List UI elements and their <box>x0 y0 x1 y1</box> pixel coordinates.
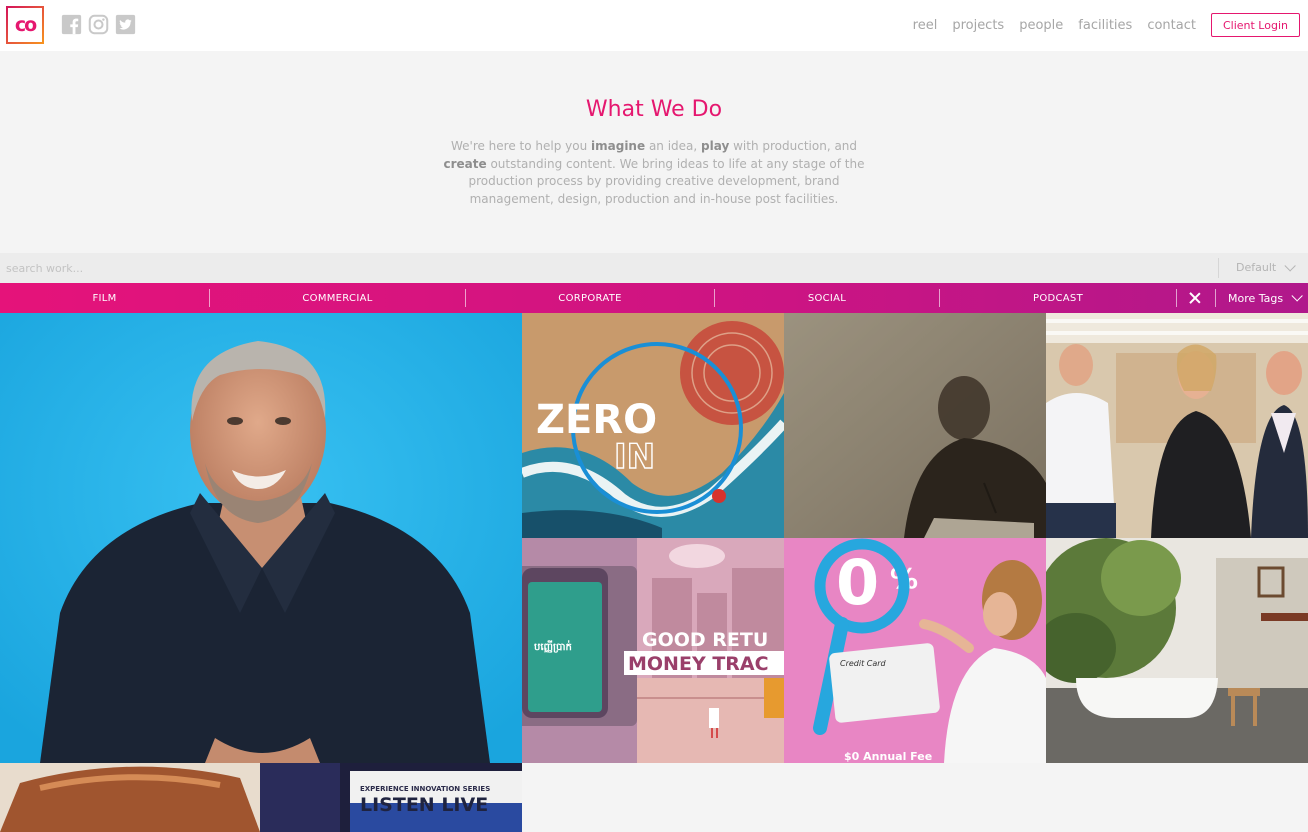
more-tags-dropdown[interactable]: More Tags <box>1228 283 1303 313</box>
project-tile-listen-live[interactable]: EXPERIENCE INNOVATION SERIES LISTEN LIVE <box>260 763 522 832</box>
zero-in-subtitle: IN <box>614 437 655 477</box>
search-divider <box>1218 258 1219 278</box>
money-tracker-line1: GOOD RETU <box>642 629 768 651</box>
tag-commercial[interactable]: COMMERCIAL <box>210 283 465 313</box>
credit-card-thumbnail: 0 % Credit Card $0 Annual Fee <box>784 538 1046 763</box>
intro-bold-create: create <box>443 156 487 171</box>
tag-podcast[interactable]: PODCAST <box>940 283 1176 313</box>
listen-live-thumbnail: EXPERIENCE INNOVATION SERIES LISTEN LIVE <box>260 763 522 832</box>
project-tile-bathroom[interactable] <box>1046 538 1308 763</box>
project-tile-money-tracker[interactable]: បញ្ញើប្រាក់ GOOD RETU MONEY TRAC <box>522 538 784 763</box>
page-title: What We Do <box>585 97 723 122</box>
nav-projects[interactable]: projects <box>952 18 1004 33</box>
presenter-thumbnail <box>0 313 522 763</box>
intro-text-3: with production, and <box>729 139 858 153</box>
tag-filter-bar: FILM COMMERCIAL CORPORATE SOCIAL PODCAST… <box>0 283 1308 313</box>
tag-corporate[interactable]: CORPORATE <box>466 283 714 313</box>
sort-dropdown[interactable]: Default <box>1236 259 1296 274</box>
project-tile-team[interactable] <box>1046 313 1308 538</box>
tag-divider <box>1215 289 1216 307</box>
listen-live-small: EXPERIENCE INNOVATION SERIES <box>360 785 490 793</box>
chevron-down-icon <box>1291 290 1303 302</box>
money-tracker-line2: MONEY TRAC <box>628 653 769 675</box>
grid-empty-space <box>522 763 1308 832</box>
chevron-down-icon <box>1284 259 1296 272</box>
money-tracker-thumbnail: បញ្ញើប្រាក់ GOOD RETU MONEY TRAC <box>522 538 784 763</box>
intro-bold-imagine: imagine <box>591 139 646 153</box>
nav-contact[interactable]: contact <box>1147 18 1196 33</box>
credit-big-number: 0 <box>836 546 879 619</box>
intro-paragraph: We're here to help you imagine an idea, … <box>432 138 876 208</box>
zero-in-thumbnail: ZERO IN <box>522 313 784 538</box>
sort-value: Default <box>1236 261 1277 274</box>
intro-text-2: an idea, <box>645 139 702 153</box>
food-thumbnail <box>0 763 260 832</box>
writer-thumbnail <box>784 313 1046 538</box>
instagram-icon[interactable] <box>88 14 109 35</box>
intro-bold-play: play <box>701 139 730 153</box>
tag-social[interactable]: SOCIAL <box>715 283 939 313</box>
close-icon[interactable] <box>1186 289 1204 307</box>
logo-text: co <box>14 14 37 36</box>
client-login-button[interactable]: Client Login <box>1210 13 1300 37</box>
project-tile-food[interactable] <box>0 763 260 832</box>
main-nav: reel projects people facilities contact … <box>913 13 1300 37</box>
credit-caption: $0 Annual Fee <box>844 750 932 763</box>
facebook-icon[interactable] <box>61 14 82 35</box>
nav-reel[interactable]: reel <box>913 18 938 33</box>
project-tile-credit-card[interactable]: 0 % Credit Card $0 Annual Fee <box>784 538 1046 763</box>
project-tile-presenter[interactable] <box>0 313 522 763</box>
project-tile-zero-in[interactable]: ZERO IN <box>522 313 784 538</box>
nav-facilities[interactable]: facilities <box>1078 18 1132 33</box>
team-thumbnail <box>1046 313 1308 538</box>
twitter-icon[interactable] <box>115 14 136 35</box>
intro-text-4: outstanding content. We bring ideas to l… <box>468 156 865 206</box>
bathroom-thumbnail <box>1046 538 1308 763</box>
project-tile-writer[interactable] <box>784 313 1046 538</box>
search-bar: Default <box>0 253 1308 283</box>
nav-people[interactable]: people <box>1019 18 1063 33</box>
site-header: co reel projects people facilities conta… <box>0 0 1308 51</box>
tag-film[interactable]: FILM <box>0 283 209 313</box>
logo[interactable]: co <box>6 6 44 44</box>
tag-divider <box>1176 289 1177 307</box>
more-tags-label: More Tags <box>1228 291 1284 305</box>
credit-card-label: Credit Card <box>840 659 887 668</box>
listen-live-big: LISTEN LIVE <box>360 794 488 816</box>
money-tracker-app-text: បញ្ញើប្រាក់ <box>534 640 572 653</box>
intro-text-1: We're here to help you <box>450 139 592 153</box>
search-input[interactable] <box>6 259 606 277</box>
